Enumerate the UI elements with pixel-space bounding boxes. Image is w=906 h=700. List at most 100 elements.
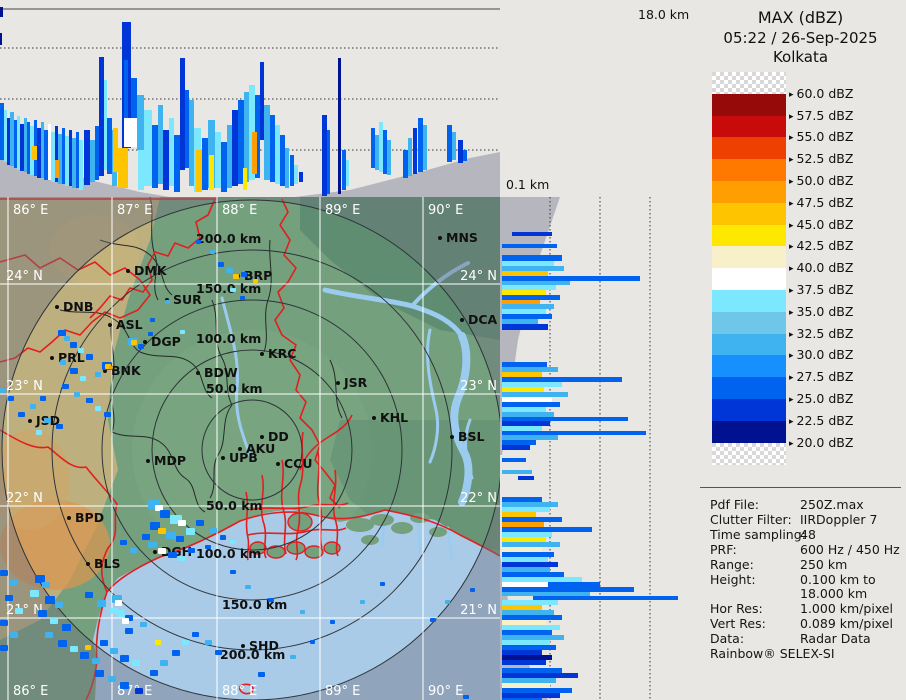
metadata-value: 0.100 km to: [800, 571, 876, 587]
legend-band: [712, 399, 786, 422]
svg-text:90° E: 90° E: [428, 684, 463, 699]
legend-tick-arrow-icon: ▸: [789, 242, 794, 253]
legend-entry-label: ▸ 42.5 dBZ: [789, 238, 854, 254]
station-dot: [438, 236, 442, 240]
station-dot: [50, 356, 54, 360]
legend-entry-label: ▸ 60.0 dBZ: [789, 85, 854, 101]
metadata-value: 250Z.max: [800, 497, 864, 512]
legend-band: [712, 137, 786, 160]
legend-entry-label: ▸ 45.0 dBZ: [789, 216, 854, 232]
legend-entry-label: ▸ 37.5 dBZ: [789, 282, 854, 297]
station-label: BSL: [458, 429, 485, 444]
legend-band: [712, 377, 786, 400]
product-datetime: 05:22 / 26-Sep-2025: [723, 29, 878, 47]
legend-band: [712, 311, 786, 335]
station-dot: [260, 435, 264, 439]
legend-tick-arrow-icon: ▸: [789, 264, 794, 275]
legend-entry-label: ▸ 22.5 dBZ: [789, 412, 854, 428]
svg-text:21° N: 21° N: [460, 603, 497, 618]
station-dot: [276, 462, 280, 466]
station-dot: [55, 305, 59, 309]
metadata-label: Vert Res:: [710, 616, 766, 632]
metadata-label: Hor Res:: [710, 601, 763, 617]
metadata-value: 18.000 km: [800, 586, 868, 602]
legend-entry-label: ▸ 25.0 dBZ: [789, 391, 854, 406]
legend-tick-arrow-icon: ▸: [789, 220, 794, 231]
legend-tick-arrow-icon: ▸: [789, 351, 794, 362]
svg-text:86° E: 86° E: [13, 203, 48, 218]
station-label: JSR: [343, 375, 368, 390]
station-label: KRC: [268, 346, 297, 361]
metadata-label: Clutter Filter:: [710, 511, 792, 527]
svg-text:100.0 km: 100.0 km: [196, 331, 261, 346]
legend-entry-label: ▸ 20.0 dBZ: [789, 434, 854, 450]
radar-site-name: Kolkata: [772, 48, 829, 66]
legend-band: [712, 202, 786, 226]
legend-tick-arrow-icon: ▸: [789, 177, 794, 187]
legend-entry-label: ▸ 30.0 dBZ: [789, 347, 854, 363]
legend-tick-arrow-icon: ▸: [789, 286, 794, 296]
station-dot: [450, 435, 454, 439]
radar-application-window: 86° E 86° E 87° E 87° E 88° E 88° E 89° E 89° E…: [0, 0, 906, 700]
metadata-value: 250 km: [800, 556, 848, 572]
top-height-profile-panel[interactable]: [0, 0, 500, 197]
metadata-separator: [700, 487, 901, 488]
metadata-value: 1.000 km/pixel: [800, 601, 893, 617]
station-dot: [28, 419, 32, 423]
station-dot: [336, 381, 340, 385]
station-label: BPD: [75, 510, 104, 525]
legend-entry-label: ▸ 40.0 dBZ: [789, 260, 854, 276]
svg-text:88° E: 88° E: [222, 203, 257, 218]
svg-text:150.0 km: 150.0 km: [196, 281, 261, 296]
station-label: KHL: [380, 410, 408, 425]
svg-text:50.0 km: 50.0 km: [206, 381, 263, 396]
legend-tick-arrow-icon: ▸: [789, 416, 794, 427]
metadata-label: Pdf File:: [710, 497, 759, 512]
svg-text:22° N: 22° N: [6, 491, 43, 506]
station-dot: [143, 340, 147, 344]
legend-band-checker: [712, 72, 786, 95]
station-label: ASL: [116, 317, 143, 332]
station-label: MNS: [446, 230, 478, 245]
right-height-profile-panel[interactable]: [500, 197, 695, 700]
station-dot: [372, 416, 376, 420]
station-label: MDP: [154, 453, 186, 468]
legend-tick-arrow-icon: ▸: [789, 198, 794, 209]
svg-text:22° N: 22° N: [460, 491, 497, 506]
legend-tick-arrow-icon: ▸: [789, 373, 794, 384]
metadata-value: 600 Hz / 450 Hz: [800, 541, 900, 557]
legend-tick-arrow-icon: ▸: [789, 395, 794, 405]
ppi-map-canvas: 86° E86° E87° E87° E88° E88° E89° E89° E…: [0, 197, 500, 700]
legend-entry-label: ▸ 32.5 dBZ: [789, 325, 854, 341]
station-label: CCU: [284, 456, 313, 471]
legend-tick-arrow-icon: ▸: [789, 111, 794, 122]
legend-band: [712, 290, 786, 313]
svg-text:50.0 km: 50.0 km: [206, 498, 263, 513]
legend-entry-label: ▸ 35.0 dBZ: [789, 303, 854, 319]
product-title: MAX (dBZ): [757, 8, 844, 27]
right-height-profile-canvas: [500, 197, 695, 700]
station-dot: [67, 516, 71, 520]
legend-entry-label: ▸ 47.5 dBZ: [789, 194, 854, 210]
legend-entry-label: ▸ 55.0 dBZ: [789, 129, 854, 145]
station-label: SHD: [249, 638, 279, 653]
metadata-label: Time sampling:: [710, 526, 806, 542]
legend-band: [712, 333, 786, 356]
station-dot: [108, 323, 112, 327]
svg-text:150.0 km: 150.0 km: [222, 597, 287, 612]
info-sidebar: MAX (dBZ) 05:22 / 26-Sep-2025 Kolkata ▸ 6…: [695, 0, 906, 700]
station-dot: [260, 352, 264, 356]
software-brand-label: Rainbow® SELEX-SI: [710, 646, 835, 661]
station-dot: [126, 269, 130, 273]
legend-entry-label: ▸ 27.5 dBZ: [789, 369, 854, 385]
height-axis-min-label: 0.1 km: [506, 177, 550, 192]
svg-text:90° E: 90° E: [428, 203, 463, 218]
svg-text:23° N: 23° N: [460, 379, 497, 394]
legend-band: [712, 420, 786, 444]
legend-tick-arrow-icon: ▸: [789, 438, 794, 449]
station-label: DCA: [468, 312, 498, 327]
ppi-map-panel[interactable]: 86° E 86° E 87° E 87° E 88° E 88° E 89° E 89° E…: [0, 197, 500, 700]
legend-tick-arrow-icon: ▸: [789, 89, 794, 100]
legend-band: [712, 224, 786, 247]
svg-text:200.0 km: 200.0 km: [196, 231, 261, 246]
